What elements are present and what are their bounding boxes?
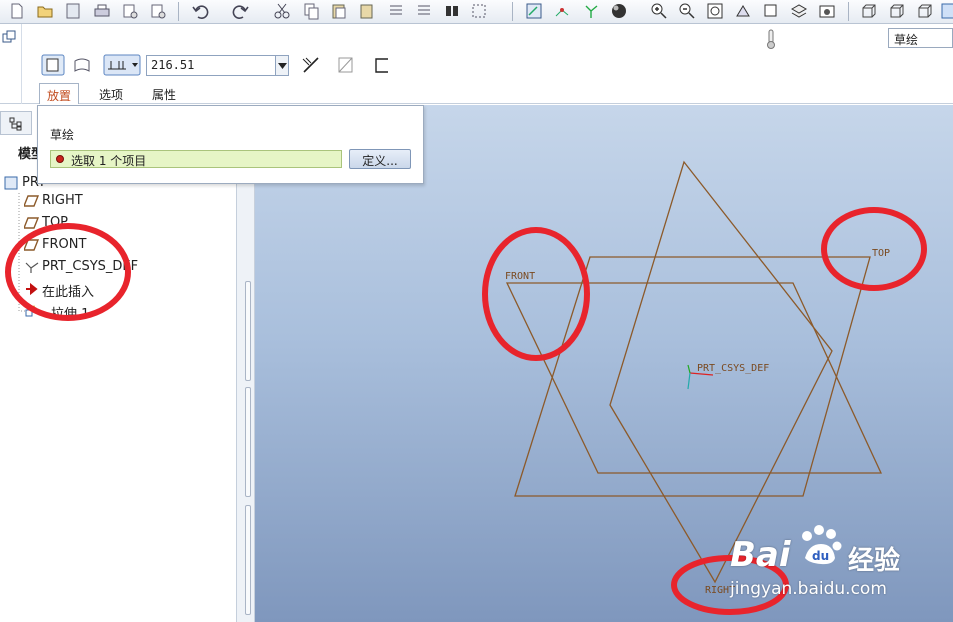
view-manager-icon[interactable] [818,2,836,20]
paw-logo-letters: du [812,549,829,563]
annotation-circle-front [482,227,590,361]
sketch-collector[interactable]: 选取 1 个项目 [50,150,342,168]
no-hidden-icon[interactable] [916,2,934,20]
main-toolbar [0,0,953,24]
filter-select[interactable]: 草绘 [888,28,953,48]
depth-dropdown-button[interactable] [275,55,289,76]
datum-plane-icon [24,195,40,207]
datum-points-icon[interactable] [553,2,571,20]
save-icon[interactable] [64,2,82,20]
annotation-circle-tree [5,223,131,321]
redo-icon[interactable] [232,2,250,20]
sash-handle[interactable] [245,281,251,381]
tree-item-label: RIGHT [42,193,83,208]
thicken-sketch-icon[interactable] [370,54,394,76]
collector-text: 选取 1 个项目 [71,154,147,168]
part-icon [4,176,18,190]
layers-icon[interactable] [790,2,808,20]
regen-manager-icon[interactable] [415,2,433,20]
mail-attach-icon[interactable] [149,2,167,20]
sash-handle[interactable] [245,387,251,497]
saved-views-icon[interactable] [762,2,780,20]
depth-value-input[interactable]: 216.51 [146,55,276,76]
model-tree-tab-button[interactable] [0,111,32,135]
zoom-out-icon[interactable] [678,2,696,20]
select-box-icon[interactable] [470,2,488,20]
cut-icon[interactable] [273,2,291,20]
extrude-dashboard: 216.51 草绘 放置 选项 属性 [0,24,953,104]
thermometer-icon [767,29,775,49]
hidden-line-icon[interactable] [888,2,906,20]
shading-sphere-icon[interactable] [610,2,628,20]
sash-handle[interactable] [245,505,251,615]
copy-icon[interactable] [302,2,320,20]
remove-material-icon[interactable] [334,54,358,76]
selection-status-icon [56,155,64,163]
depth-option-icon[interactable] [103,54,141,76]
refit-icon[interactable] [706,2,724,20]
surface-extrude-icon[interactable] [70,54,94,76]
print-icon[interactable] [93,2,111,20]
tab-properties[interactable]: 属性 [145,83,183,104]
dashboard-edge [0,24,22,104]
sketch-section-title: 草绘 [50,128,75,142]
watermark-brand: Bai [730,535,791,575]
watermark-brand-cn: 经验 [848,546,901,576]
undo-icon[interactable] [191,2,209,20]
annotation-circle-top [821,207,927,291]
regenerate-icon[interactable] [387,2,405,20]
tab-placement[interactable]: 放置 [39,83,80,104]
paste-special-icon[interactable] [358,2,376,20]
cube-view-icon[interactable] [860,2,878,20]
shaded-view-icon[interactable] [940,2,953,20]
watermark-url: jingyan.baidu.com [730,579,887,599]
dashboard-expand-icon[interactable] [2,30,16,44]
send-mail-icon[interactable] [121,2,139,20]
define-button[interactable]: 定义... [349,149,411,169]
find-icon[interactable] [443,2,461,20]
flip-direction-icon[interactable] [299,54,323,76]
sketch-display-icon[interactable] [525,2,543,20]
paw-logo-icon: du [802,525,842,565]
tab-options[interactable]: 选项 [92,83,130,104]
reorient-icon[interactable] [734,2,752,20]
chevron-down-icon [278,63,287,69]
placement-panel: 草绘 选取 1 个项目 定义... [37,105,424,184]
paste-icon[interactable] [330,2,348,20]
solid-extrude-icon[interactable] [41,54,65,76]
open-folder-icon[interactable] [36,2,54,20]
csys-display-icon[interactable] [582,2,600,20]
zoom-in-icon[interactable] [650,2,668,20]
new-file-icon[interactable] [8,2,26,20]
tree-structure-icon [9,117,22,131]
